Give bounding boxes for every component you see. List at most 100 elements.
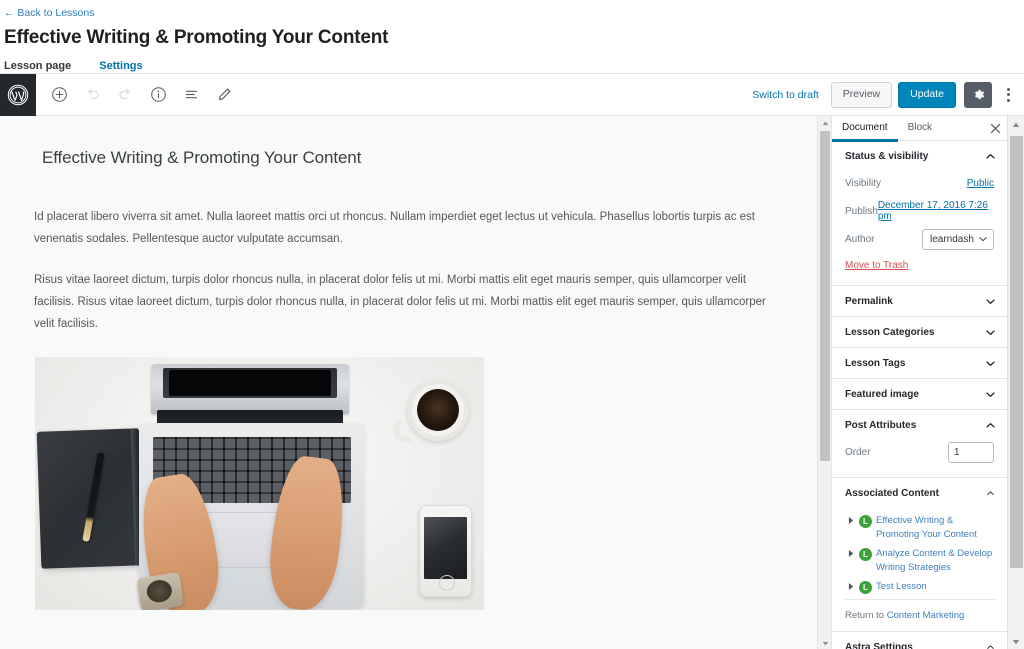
image-block[interactable] [35, 357, 484, 610]
author-select[interactable]: learndash [922, 228, 994, 250]
panel-post-attributes-title: Post Attributes [845, 419, 917, 431]
close-icon[interactable] [983, 116, 1007, 140]
block-navigation-button[interactable] [176, 80, 206, 110]
move-to-trash-button[interactable]: Move to Trash [845, 257, 908, 276]
row-publish: Publish December 17, 2016 7:26 pm [845, 199, 994, 223]
sidebar-tab-bar: Document Block [832, 116, 1007, 142]
page-scrollbar[interactable] [1007, 116, 1024, 649]
gear-icon[interactable] [964, 81, 992, 108]
expand-caret-icon[interactable] [845, 514, 857, 525]
panel-lesson-tags-title: Lesson Tags [845, 357, 906, 369]
page-title: Effective Writing & Promoting Your Conte… [4, 27, 389, 48]
panel-status-visibility-header[interactable]: Status & visibility [832, 141, 1007, 171]
lesson-header: ← Back to Lessons Effective Writing & Pr… [0, 0, 1024, 79]
chevron-down-icon[interactable] [985, 389, 996, 400]
panel-post-attributes-body: Order [832, 440, 1007, 477]
return-to-course-link[interactable]: Content Marketing [887, 610, 965, 621]
visibility-label: Visibility [845, 177, 881, 189]
panel-permalink: Permalink [832, 286, 1007, 317]
sidebar-tab-document[interactable]: Document [832, 116, 898, 142]
panel-astra-settings-header[interactable]: Astra Settings [832, 632, 1007, 649]
panel-status-visibility-title: Status & visibility [845, 150, 929, 162]
associated-item-label[interactable]: Analyze Content & Develop Writing Strate… [876, 547, 996, 575]
undo-button[interactable] [77, 80, 107, 110]
expand-caret-icon[interactable] [845, 580, 857, 591]
editor-workspace: Effective Writing & Promoting Your Conte… [0, 116, 1024, 649]
order-label: Order [845, 446, 871, 458]
publish-label: Publish [845, 205, 878, 217]
panel-lesson-tags: Lesson Tags [832, 348, 1007, 379]
panel-featured-image-header[interactable]: Featured image [832, 379, 1007, 409]
redo-button[interactable] [110, 80, 140, 110]
panel-lesson-categories-title: Lesson Categories [845, 326, 935, 338]
panel-post-attributes-header[interactable]: Post Attributes [832, 410, 1007, 440]
back-to-lessons-link[interactable]: ← Back to Lessons [0, 6, 94, 19]
return-to-row: Return to Content Marketing [832, 602, 1007, 631]
smartphone-object [419, 505, 472, 597]
preview-button[interactable]: Preview [830, 81, 893, 108]
add-block-button[interactable] [44, 80, 74, 110]
chevron-up-icon[interactable] [985, 420, 996, 431]
toolbar-right-group: Switch to draft Preview Update [740, 81, 1024, 108]
row-order: Order [845, 440, 994, 464]
sidebar-tab-block[interactable]: Block [898, 116, 942, 141]
page-scroll-down-arrow-icon[interactable] [1008, 633, 1024, 649]
kebab-menu-icon[interactable] [996, 82, 1020, 108]
content-info-button[interactable] [143, 80, 173, 110]
edit-mode-pencil-button[interactable] [209, 80, 239, 110]
scroll-up-arrow-icon[interactable] [818, 116, 832, 130]
panel-lesson-categories-header[interactable]: Lesson Categories [832, 317, 1007, 347]
row-author: Author learndash [845, 227, 994, 251]
update-button[interactable]: Update [898, 81, 956, 108]
wristwatch-object [136, 571, 185, 610]
list-item[interactable]: L Test Lesson [845, 580, 996, 594]
editor-toolbar: Switch to draft Preview Update [0, 73, 1024, 116]
panel-featured-image-title: Featured image [845, 388, 919, 400]
visibility-value-button[interactable]: Public [967, 178, 994, 189]
desk-photo [35, 357, 484, 610]
panel-lesson-categories: Lesson Categories [832, 317, 1007, 348]
post-title-field[interactable]: Effective Writing & Promoting Your Conte… [0, 116, 817, 170]
paragraph-block-2[interactable]: Risus vitae laoreet dictum, turpis dolor… [0, 269, 817, 335]
row-visibility: Visibility Public [845, 171, 994, 195]
publish-date-button[interactable]: December 17, 2016 7:26 pm [878, 200, 994, 222]
toolbar-left-group [36, 80, 239, 110]
paragraph-block-1[interactable]: Id placerat libero viverra sit amet. Nul… [0, 206, 817, 250]
panel-astra-settings-title: Astra Settings [845, 641, 913, 649]
canvas-scrollbar[interactable] [817, 116, 832, 649]
chevron-up-icon[interactable] [985, 488, 996, 499]
panel-permalink-header[interactable]: Permalink [832, 286, 1007, 316]
switch-to-draft-button[interactable]: Switch to draft [740, 88, 831, 102]
panel-associated-content: Associated Content L Effective Writing &… [832, 478, 1007, 632]
author-label: Author [845, 233, 875, 245]
chevron-up-icon[interactable] [985, 151, 996, 162]
panel-lesson-tags-header[interactable]: Lesson Tags [832, 348, 1007, 378]
panel-featured-image: Featured image [832, 379, 1007, 410]
order-input[interactable] [948, 441, 994, 463]
coffee-mug-object [407, 379, 469, 441]
chevron-up-icon[interactable] [985, 642, 996, 649]
associated-item-label[interactable]: Test Lesson [876, 580, 927, 594]
list-item[interactable]: L Analyze Content & Develop Writing Stra… [845, 547, 996, 575]
scroll-down-arrow-icon[interactable] [818, 636, 832, 649]
expand-caret-icon[interactable] [845, 547, 857, 558]
editor-canvas-wrapper: Effective Writing & Promoting Your Conte… [0, 116, 817, 649]
chevron-down-icon[interactable] [985, 296, 996, 307]
panel-associated-content-title: Associated Content [845, 487, 939, 499]
page-scrollbar-thumb[interactable] [1010, 136, 1023, 568]
associated-content-list: L Effective Writing & Promoting Your Con… [832, 508, 1007, 602]
chevron-down-icon[interactable] [985, 358, 996, 369]
chevron-down-icon[interactable] [985, 327, 996, 338]
panel-associated-content-header[interactable]: Associated Content [832, 478, 1007, 508]
settings-sidebar: Document Block Status & visibility Visib… [831, 116, 1007, 649]
panel-status-visibility: Status & visibility Visibility Public Pu… [832, 141, 1007, 286]
laptop-screen [151, 364, 349, 414]
canvas-scrollbar-thumb[interactable] [820, 131, 830, 461]
chevron-down-icon [979, 237, 987, 242]
list-item[interactable]: L Effective Writing & Promoting Your Con… [845, 514, 996, 542]
wordpress-logo-icon[interactable] [0, 73, 36, 116]
page-scroll-up-arrow-icon[interactable] [1008, 116, 1024, 133]
lesson-badge-icon: L [859, 581, 872, 594]
editor-canvas[interactable]: Effective Writing & Promoting Your Conte… [0, 116, 817, 649]
associated-item-label[interactable]: Effective Writing & Promoting Your Conte… [876, 514, 996, 542]
